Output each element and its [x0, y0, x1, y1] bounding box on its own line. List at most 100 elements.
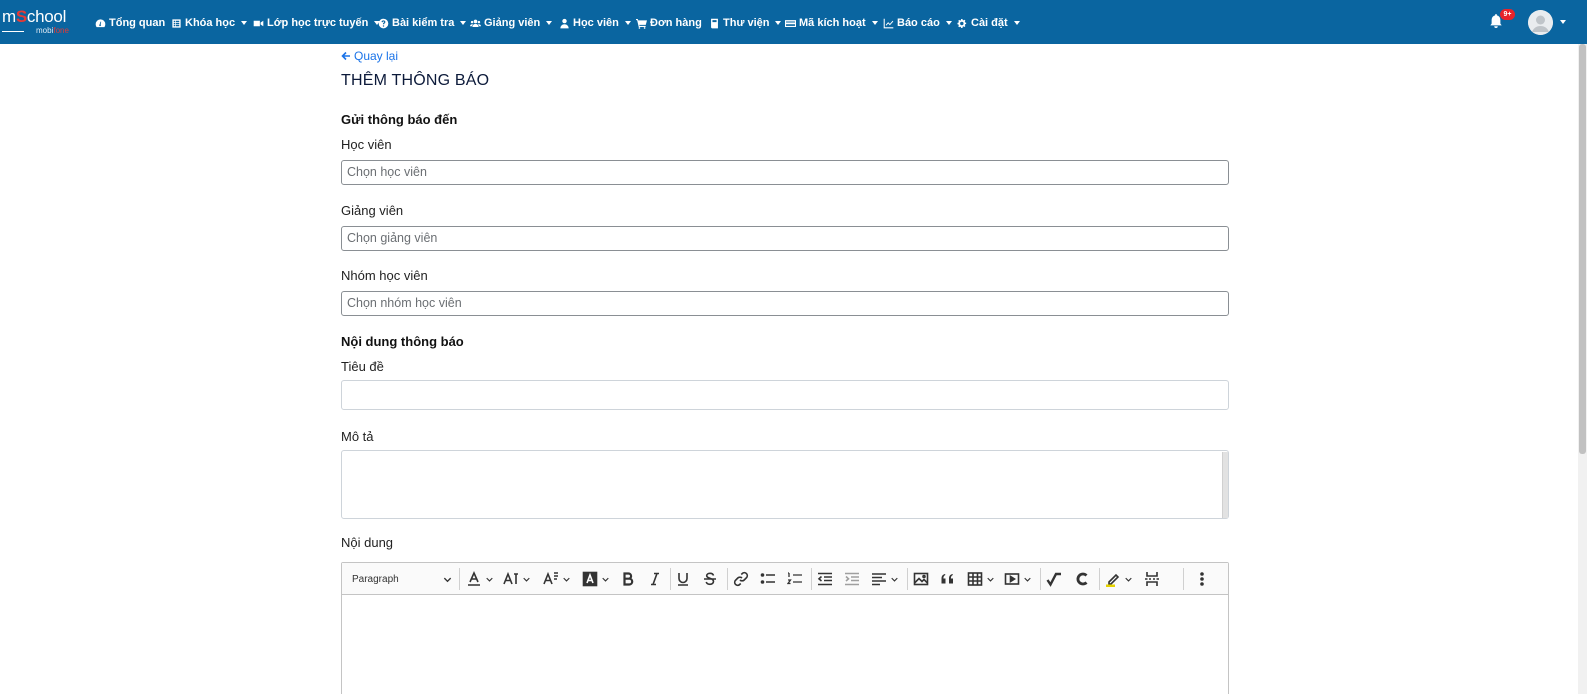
insert-table-button[interactable]: [967, 569, 994, 589]
numbered-list-button[interactable]: [787, 569, 803, 589]
highlight-button[interactable]: [1105, 569, 1132, 589]
textarea-scrollbar[interactable]: [1222, 452, 1228, 518]
user-icon: [560, 18, 569, 28]
students-select[interactable]: Chọn học viên: [341, 160, 1229, 185]
cogs-icon: [957, 18, 967, 28]
highlight-icon: [1106, 573, 1120, 587]
avatar[interactable]: [1528, 10, 1553, 35]
indent-button[interactable]: [844, 569, 860, 589]
mschool-logo[interactable]: mSchool mobifone: [2, 8, 78, 36]
nav-item-courses[interactable]: Khóa học: [171, 15, 248, 31]
more-icon: [1200, 572, 1204, 586]
bold-icon: [623, 572, 634, 586]
media-icon: [1004, 573, 1020, 585]
font-size-icon: [503, 571, 518, 585]
recipients-section-title: Gửi thông báo đến: [341, 112, 458, 127]
back-link[interactable]: Quay lại: [341, 49, 398, 63]
nav-item-tests[interactable]: Bài kiểm tra: [378, 15, 467, 31]
chemistry-icon: [1076, 572, 1088, 586]
outdent-button[interactable]: [817, 569, 833, 589]
math-icon: [1046, 572, 1061, 587]
chevron-down-icon: [546, 21, 553, 25]
description-textarea[interactable]: [341, 450, 1229, 519]
link-icon: [733, 571, 749, 587]
bulleted-list-icon: [760, 573, 775, 584]
nav-item-reports[interactable]: Báo cáo: [883, 15, 952, 31]
italic-button[interactable]: [647, 569, 663, 589]
chevron-down-icon: [1013, 21, 1020, 25]
arrow-left-icon: [341, 51, 350, 61]
page-break-icon: [1145, 572, 1159, 586]
chevron-down-icon: [945, 21, 952, 25]
chart-icon: [883, 18, 894, 28]
card-icon: [785, 19, 796, 27]
content-section-title: Nội dung thông báo: [341, 334, 464, 349]
nav-item-orders[interactable]: Đơn hàng: [636, 15, 702, 31]
chemistry-button[interactable]: [1074, 569, 1090, 589]
nav-item-settings[interactable]: Cài đặt: [957, 15, 1020, 31]
teachers-select[interactable]: Chọn giảng viên: [341, 226, 1229, 251]
body-label: Nội dung: [341, 535, 394, 550]
nav-item-activation-codes[interactable]: Mã kích hoạt: [785, 15, 878, 31]
font-background-button[interactable]: [582, 569, 609, 589]
underline-icon: [678, 573, 688, 586]
chevron-down-icon: [443, 577, 452, 582]
link-button[interactable]: [733, 569, 749, 589]
student-groups-select[interactable]: Chọn nhóm học viên: [341, 291, 1229, 316]
blockquote-icon: [941, 574, 953, 584]
paragraph-format-dropdown[interactable]: Paragraph: [352, 569, 452, 589]
nav-item-dashboard[interactable]: Tổng quan: [95, 15, 165, 31]
strikethrough-button[interactable]: [702, 569, 718, 589]
library-icon: [711, 18, 718, 28]
table-icon: [967, 572, 983, 586]
chevron-down-icon: [241, 21, 248, 25]
book-icon: [172, 18, 181, 28]
italic-icon: [651, 572, 659, 586]
nav-item-students[interactable]: Học viên: [559, 15, 631, 31]
more-tools-button[interactable]: [1194, 569, 1210, 589]
top-navbar: mSchool mobifone Tổng quan Khóa học Lớp …: [0, 0, 1587, 44]
blockquote-button[interactable]: [940, 569, 956, 589]
math-button[interactable]: [1046, 569, 1062, 589]
font-family-button[interactable]: [543, 569, 570, 589]
student-groups-label: Nhóm học viên: [341, 268, 428, 283]
insert-media-button[interactable]: [1004, 569, 1031, 589]
rich-text-editor[interactable]: Paragraph: [341, 562, 1229, 694]
chevron-down-icon[interactable]: [1560, 20, 1566, 24]
align-button[interactable]: [871, 569, 898, 589]
image-icon: [913, 572, 929, 586]
chevron-down-icon: [460, 21, 467, 25]
nav-item-teachers[interactable]: Giảng viên: [470, 15, 553, 31]
title-label: Tiêu đề: [341, 359, 384, 374]
dashboard-icon: [95, 18, 106, 27]
page-scrollbar[interactable]: [1578, 44, 1587, 694]
chevron-down-icon: [871, 21, 878, 25]
question-icon: [378, 18, 389, 28]
page-title: THÊM THÔNG BÁO: [341, 72, 490, 89]
strikethrough-icon: [704, 572, 716, 586]
insert-image-button[interactable]: [913, 569, 929, 589]
font-size-button[interactable]: [503, 569, 530, 589]
bulleted-list-button[interactable]: [760, 569, 776, 589]
cart-icon: [636, 18, 647, 29]
notification-badge: 9+: [1500, 9, 1515, 20]
font-family-icon: [543, 571, 558, 585]
title-input[interactable]: [341, 380, 1229, 410]
font-color-icon: [468, 571, 480, 586]
chevron-down-icon: [624, 21, 631, 25]
font-color-button[interactable]: [466, 569, 493, 589]
teachers-label: Giảng viên: [341, 203, 404, 218]
video-icon: [253, 20, 264, 26]
bold-button[interactable]: [620, 569, 636, 589]
font-background-icon: [582, 571, 598, 587]
numbered-list-icon: [787, 572, 802, 585]
outdent-icon: [817, 572, 832, 586]
page-break-button[interactable]: [1144, 569, 1160, 589]
description-label: Mô tả: [341, 429, 374, 444]
nav-item-online-classes[interactable]: Lớp học trực tuyến: [253, 15, 381, 31]
nav-item-library[interactable]: Thư viện: [709, 15, 782, 31]
students-label: Học viên: [341, 137, 392, 152]
underline-button[interactable]: [675, 569, 691, 589]
indent-icon: [845, 572, 859, 586]
scrollbar-thumb[interactable]: [1579, 44, 1586, 454]
